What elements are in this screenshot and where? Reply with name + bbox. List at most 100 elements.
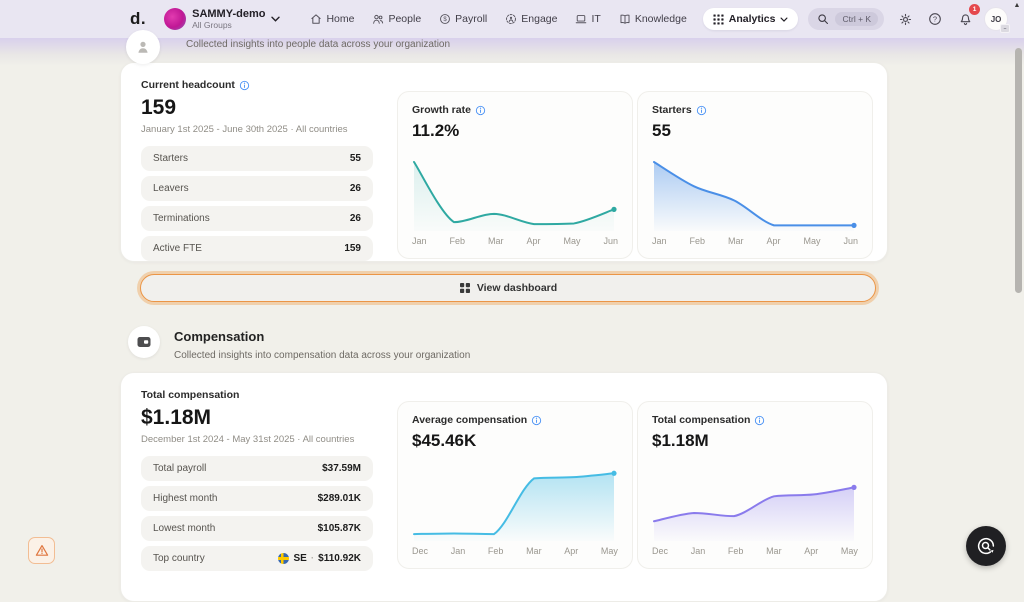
growth-rate-value: 11.2% [412, 121, 460, 140]
header-action-icons: ? 1 JO – [894, 4, 1011, 33]
info-icon[interactable] [754, 415, 765, 426]
headcount-title: Current headcount [141, 79, 235, 91]
stat-row-starters[interactable]: Starters 55 [141, 146, 373, 171]
average-compensation-chart-card[interactable]: Average compensation $45.46K Dec Jan Feb Ma… [397, 401, 633, 569]
help-button[interactable]: ? [924, 8, 946, 30]
people-icon [373, 14, 384, 24]
compensation-stat-rows: Total payroll $37.59M Highest month $289… [141, 456, 373, 571]
stat-row-leavers[interactable]: Leavers 26 [141, 176, 373, 201]
starters-chart [652, 158, 858, 232]
info-icon[interactable] [531, 415, 542, 426]
headcount-period: January 1st 2025 - June 30th 2025 · All … [141, 124, 348, 135]
info-icon[interactable] [475, 105, 486, 116]
nav-label: Engage [521, 13, 558, 25]
nav-label: People [388, 13, 422, 25]
x-axis-tick: Jun [843, 236, 858, 246]
headcount-value: 159 [141, 96, 177, 119]
growth-rate-title-row: Growth rate [412, 104, 618, 116]
stat-label: Leavers [153, 183, 189, 194]
stat-value: SE · $110.92K [278, 553, 361, 564]
info-icon[interactable] [239, 80, 250, 91]
nav-item-knowledge[interactable]: Knowledge [619, 13, 687, 25]
total-compensation-chart-card[interactable]: Total compensation $1.18M Dec Jan Feb Mar Ap… [637, 401, 873, 569]
scrollbar-up-arrow[interactable]: ▲ [1013, 2, 1021, 10]
compensation-metric-block: Total compensation $1.18M December 1st 2… [141, 389, 373, 576]
country-value: $110.92K [318, 553, 361, 564]
x-axis-tick: Feb [487, 546, 504, 556]
stat-value: $289.01K [317, 493, 361, 504]
notifications-button[interactable]: 1 [954, 4, 981, 30]
country-code: SE [293, 553, 307, 564]
help-icon: ? [929, 13, 941, 25]
nav-item-home[interactable]: Home [310, 13, 354, 25]
x-axis-tick: Dec [652, 546, 669, 556]
x-axis-tick: Mar [766, 546, 782, 556]
chart-svg [413, 161, 617, 231]
compensation-title-row: Total compensation [141, 389, 373, 401]
search-button[interactable]: Ctrl + K [808, 8, 885, 30]
info-icon[interactable] [696, 105, 707, 116]
scrollbar-thumb[interactable] [1015, 48, 1022, 293]
total-comp-title-row: Total compensation [652, 414, 858, 426]
settings-button[interactable] [894, 8, 916, 30]
workspace-name: SAMMY-demo [192, 7, 266, 20]
svg-text:$: $ [444, 17, 448, 23]
nav-item-it[interactable]: IT [575, 13, 601, 25]
x-axis-tick: Jan [412, 236, 427, 246]
user-initials: JO [990, 14, 1002, 24]
average-compensation-chart [412, 468, 618, 542]
nav-item-payroll[interactable]: $ Payroll [439, 13, 487, 25]
stat-row-terminations[interactable]: Terminations 26 [141, 206, 373, 231]
stat-value: $37.59M [322, 463, 361, 474]
top-navigation-bar: d. SAMMY-demo All Groups Home People $ P… [0, 0, 1024, 38]
workspace-switcher[interactable]: SAMMY-demo All Groups [164, 7, 281, 30]
chart-x-labels: Dec Jan Feb Mar Apr May [412, 546, 618, 556]
sweden-flag-icon [278, 553, 290, 564]
person-icon [138, 41, 148, 53]
people-section-icon [126, 30, 160, 64]
analytics-label: Analytics [728, 13, 776, 25]
starters-chart-card[interactable]: Starters 55 Jan Feb Mar Apr May Jun [637, 91, 873, 259]
laptop-icon [576, 15, 587, 24]
main-nav: Home People $ Payroll Engage IT Knowledg… [310, 13, 687, 25]
stat-value: 26 [349, 183, 361, 194]
stat-value: 159 [344, 243, 361, 254]
warning-button[interactable] [28, 537, 55, 564]
svg-text:?: ? [933, 15, 937, 24]
compensation-section-header: Compensation Collected insights into com… [128, 326, 470, 361]
app-logo[interactable]: d. [130, 9, 146, 29]
x-axis-tick: Mar [526, 546, 542, 556]
notification-count-badge: 1 [969, 4, 981, 15]
nav-item-people[interactable]: People [372, 13, 421, 25]
view-dashboard-button[interactable]: View dashboard [140, 274, 876, 302]
nav-label: Payroll [455, 13, 488, 25]
avg-comp-title-row: Average compensation [412, 414, 618, 426]
starters-title: Starters [652, 104, 692, 116]
x-axis-tick: Apr [804, 546, 819, 556]
stat-row-top-country[interactable]: Top country SE · $110.92K [141, 546, 373, 571]
x-axis-tick: Jun [603, 236, 618, 246]
nav-item-engage[interactable]: Engage [505, 13, 557, 25]
stat-row-lowest-month[interactable]: Lowest month $105.87K [141, 516, 373, 541]
chart-svg [413, 470, 617, 541]
stat-row-highest-month[interactable]: Highest month $289.01K [141, 486, 373, 511]
user-avatar[interactable]: JO – [984, 7, 1011, 33]
x-axis-tick: Jan [652, 236, 667, 246]
x-axis-tick: Jan [690, 546, 706, 556]
compensation-insights-card: Total compensation $1.18M December 1st 2… [120, 372, 888, 602]
compensation-section-subtitle: Collected insights into compensation dat… [174, 350, 471, 361]
app-window: d. SAMMY-demo All Groups Home People $ P… [0, 0, 1024, 602]
screen-zoom-button[interactable] [966, 526, 1006, 566]
starters-title-row: Starters [652, 104, 858, 116]
compensation-section-icon [128, 326, 160, 358]
growth-rate-chart [412, 158, 618, 232]
chart-x-labels: Dec Jan Feb Mar Apr May [652, 546, 858, 556]
stat-row-total-payroll[interactable]: Total payroll $37.59M [141, 456, 373, 481]
headcount-title-row: Current headcount [141, 79, 373, 91]
bell-icon [960, 13, 970, 25]
x-axis-tick: Jan [450, 546, 466, 556]
stat-row-active-fte[interactable]: Active FTE 159 [141, 236, 373, 261]
growth-rate-chart-card[interactable]: Growth rate 11.2% Jan Feb Mar Apr May Jun [397, 91, 633, 259]
x-axis-tick: Apr [564, 546, 579, 556]
nav-item-analytics[interactable]: Analytics [702, 8, 799, 30]
